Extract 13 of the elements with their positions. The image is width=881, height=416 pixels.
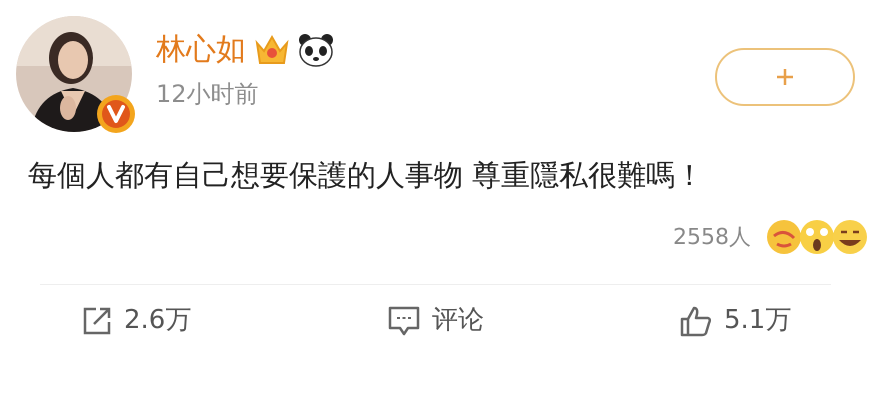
thumbs-up-icon bbox=[680, 304, 712, 336]
like-button[interactable]: 5.1万 bbox=[680, 301, 792, 340]
share-button[interactable]: 2.6万 bbox=[82, 301, 192, 340]
reaction-count[interactable]: 2558人 bbox=[673, 220, 751, 254]
emoji-reactions-icon bbox=[765, 218, 869, 256]
comment-icon bbox=[388, 306, 420, 336]
post-text: 每個人都有自己想要保護的人事物 尊重隱私很難嗎！ bbox=[27, 157, 706, 194]
panda-icon bbox=[298, 33, 334, 67]
post-time: 12小时前 bbox=[156, 79, 260, 110]
plus-icon bbox=[775, 67, 795, 87]
share-icon bbox=[82, 306, 112, 336]
crown-icon bbox=[254, 33, 290, 67]
comment-button[interactable]: 评论 bbox=[388, 301, 484, 340]
